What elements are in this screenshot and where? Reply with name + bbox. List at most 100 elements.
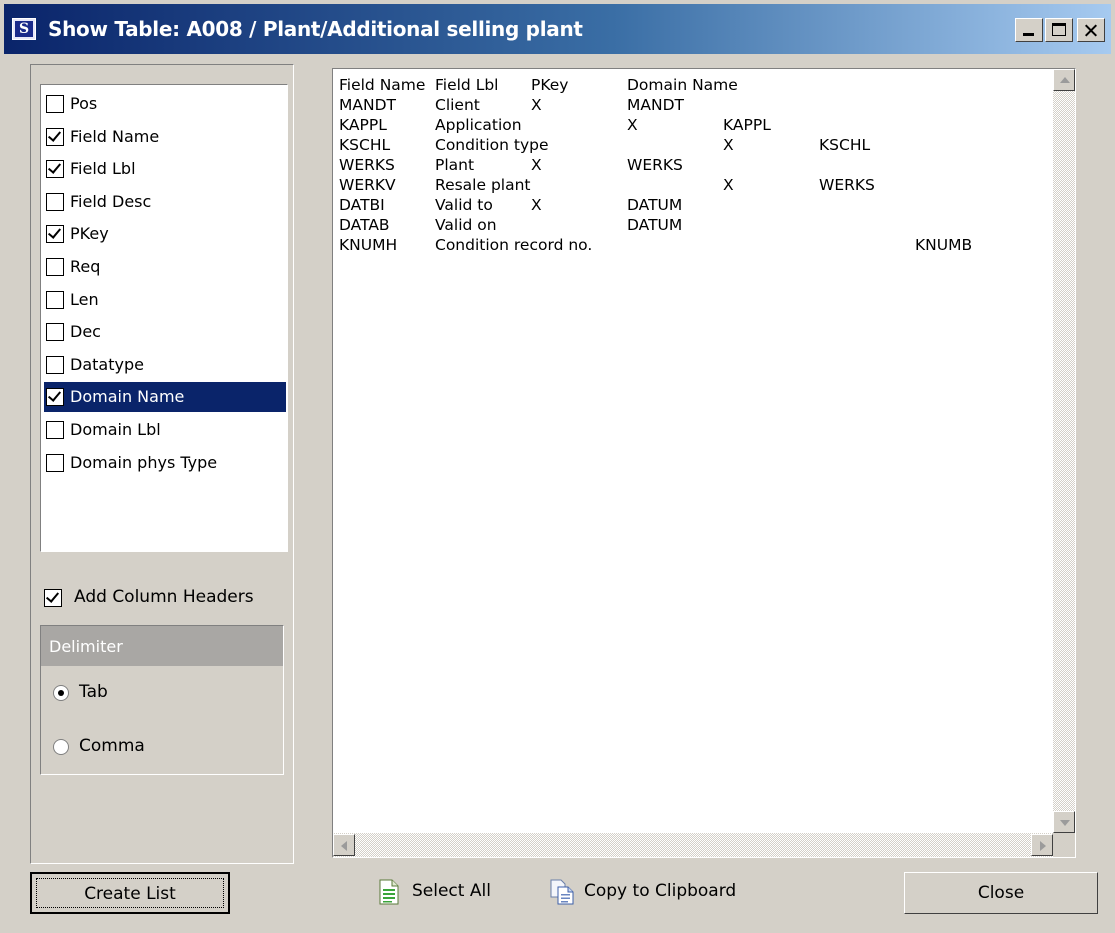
output-token: Plant [435,156,475,174]
output-token: Field Name [339,76,426,94]
arrow-down-icon [1060,820,1070,826]
add-column-headers-label: Add Column Headers [74,587,254,607]
output-token: MANDT [339,96,396,114]
output-token: KNUMH [339,236,398,254]
output-token: X [531,96,542,114]
output-token: X [723,176,734,194]
output-token: Resale plant [435,176,531,194]
field-checkbox[interactable] [46,95,64,113]
output-token: Valid on [435,216,497,234]
output-token: KAPPL [723,116,771,134]
vertical-scrollbar[interactable] [1053,69,1075,833]
delimiter-comma-radio[interactable]: Comma [53,735,253,761]
output-token: DATBI [339,196,385,214]
scroll-down-button[interactable] [1053,811,1075,833]
field-label: Field Desc [70,191,152,211]
field-label: Dec [70,322,101,342]
copy-to-clipboard-button[interactable]: Copy to Clipboard [548,876,778,908]
field-checkbox[interactable] [46,421,64,439]
add-column-headers-checkbox[interactable]: Add Column Headers [44,586,284,610]
scroll-left-button[interactable] [333,834,355,856]
field-checkbox[interactable] [46,323,64,342]
field-checkbox[interactable] [46,225,64,244]
field-checkbox[interactable] [46,355,64,374]
output-token: KSCHL [819,136,871,154]
output-token: Domain Name [627,76,738,94]
arrow-left-icon [341,841,347,851]
copy-icon [550,879,574,905]
scroll-right-button[interactable] [1031,834,1053,856]
output-token: WERKS [339,156,395,174]
field-checkbox[interactable] [46,127,64,146]
field-checkbox[interactable] [46,290,64,309]
output-token: MANDT [627,96,684,114]
output-token: DATUM [627,216,683,234]
show-table-window: S Show Table: A008 / Plant/Additional se… [0,0,1115,933]
minimize-button[interactable] [1015,18,1043,42]
select-all-button[interactable]: Select All [376,876,516,908]
field-item[interactable]: Domain Name [44,382,286,413]
delimiter-comma-label: Comma [79,736,145,756]
horizontal-scrollbar[interactable] [333,833,1053,857]
output-token: PKey [531,76,569,94]
copy-to-clipboard-label: Copy to Clipboard [584,881,737,901]
output-token: WERKV [339,176,396,194]
field-label: Domain Name [70,387,185,407]
field-item[interactable]: Domain phys Type [44,448,286,478]
radio[interactable] [53,739,69,755]
scroll-up-button[interactable] [1053,69,1075,91]
select-all-icon [379,879,399,905]
field-item[interactable]: Dec [44,317,286,347]
delimiter-group: Delimiter Tab Comma [40,625,284,775]
field-item[interactable]: Field Lbl [44,154,286,184]
output-text-area[interactable]: Field Name Field Lbl PKey Domain Name MANDT C… [332,68,1076,858]
field-checkbox[interactable] [46,160,64,179]
create-list-button[interactable]: Create List [30,872,230,914]
field-checklist[interactable]: Pos Field Name Field Lbl Field Desc PKey Req L… [40,84,288,552]
output-token: X [723,136,734,154]
create-list-label: Create List [36,878,224,908]
field-item[interactable]: Pos [44,89,286,119]
field-item[interactable]: Field Name [44,122,286,152]
output-token: Condition record no. [435,236,593,254]
scrollbar-corner [1053,833,1075,857]
maximize-button[interactable] [1045,18,1073,42]
output-token: WERKS [627,156,683,174]
output-token: KNUMB [915,236,973,254]
field-item[interactable]: Req [44,252,286,282]
arrow-right-icon [1040,841,1046,851]
delimiter-header: Delimiter [41,626,283,666]
title-bar[interactable]: S Show Table: A008 / Plant/Additional se… [4,4,1111,54]
delimiter-tab-radio[interactable]: Tab [53,681,253,707]
arrow-up-icon [1060,77,1070,83]
output-token: Condition type [435,136,549,154]
field-label: Len [70,289,99,309]
output-token: Valid to [435,196,493,214]
output-token: KAPPL [339,116,387,134]
window-close-button[interactable] [1077,18,1105,42]
field-label: Datatype [70,354,144,374]
select-all-label: Select All [412,881,491,901]
app-icon: S [12,18,36,40]
field-item[interactable]: Len [44,285,286,315]
checkbox[interactable] [44,589,62,607]
radio[interactable] [53,685,69,701]
field-item[interactable]: PKey [44,219,286,249]
window-title: Show Table: A008 / Plant/Additional sell… [48,17,583,41]
output-token: Client [435,96,480,114]
field-checkbox[interactable] [46,388,64,407]
field-checkbox[interactable] [46,453,64,472]
field-item[interactable]: Field Desc [44,187,286,217]
field-item[interactable]: Domain Lbl [44,415,286,445]
output-token: WERKS [819,176,875,194]
output-token: Application [435,116,522,134]
field-label: Field Name [70,126,160,146]
output-token: Field Lbl [435,76,499,94]
field-label: Pos [70,94,98,113]
field-item[interactable]: Datatype [44,350,286,380]
close-button[interactable]: Close [904,872,1098,914]
field-checkbox[interactable] [46,192,64,211]
output-token: DATUM [627,196,683,214]
field-checkbox[interactable] [46,258,64,276]
output-token: X [531,156,542,174]
